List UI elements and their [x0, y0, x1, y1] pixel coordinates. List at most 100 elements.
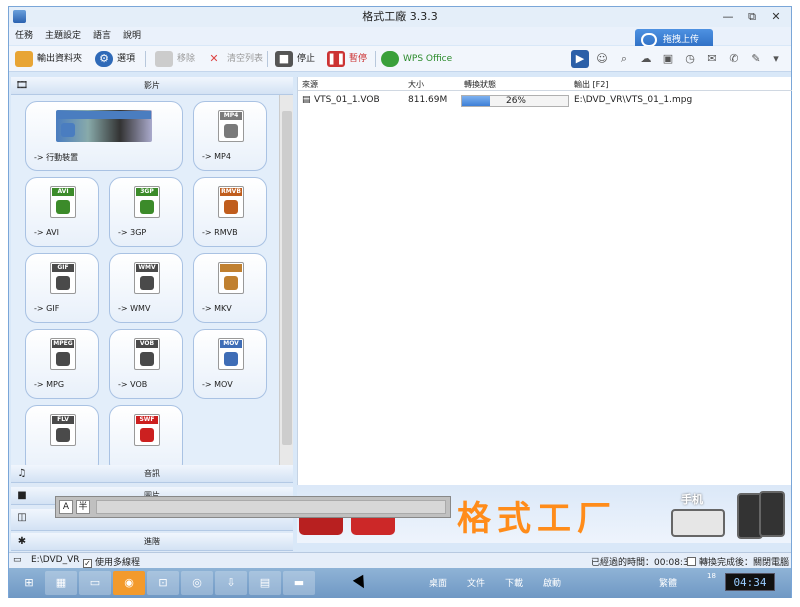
- ime-mode-a[interactable]: A: [59, 500, 73, 514]
- remove-label: 移除: [177, 54, 196, 64]
- col-status[interactable]: 轉換狀態: [464, 79, 496, 90]
- play-icon[interactable]: ▶: [571, 50, 589, 68]
- ime-toolbar[interactable]: A 半: [55, 496, 451, 518]
- clock-icon[interactable]: ◷: [681, 50, 699, 68]
- cloud-icon[interactable]: ☁: [637, 50, 655, 68]
- folder-icon: ▭: [13, 555, 22, 565]
- taskbar-download-app[interactable]: ⇩: [215, 571, 247, 595]
- pause-button[interactable]: ❚❚ 暫停: [327, 50, 367, 68]
- phone-image: [759, 491, 785, 537]
- options-button[interactable]: ⚙ 選項: [95, 50, 135, 68]
- format-tile[interactable]: MOV -> MOV: [193, 329, 267, 399]
- audio-section-header[interactable]: ♫ 音訊: [11, 465, 293, 483]
- format-tile[interactable]: SWF: [109, 405, 183, 465]
- format-tile[interactable]: -> MKV: [193, 253, 267, 323]
- output-folder-button[interactable]: 輸出資料夾: [15, 50, 82, 68]
- vertical-scrollbar[interactable]: [279, 95, 293, 465]
- file-icon: ▤: [302, 95, 311, 105]
- taskbar: ⊞ ▦ ▭ ◉ ⊡ ◎ ⇩ ▤ ▬ 桌面 文件 下載 啟動 繁體 18 04:3…: [9, 568, 791, 598]
- start-button[interactable]: ⊞: [13, 571, 45, 595]
- toolbar-files[interactable]: 文件: [467, 576, 485, 589]
- advanced-header-label: 進階: [144, 537, 160, 546]
- shutdown-checkbox[interactable]: 轉換完成後：關閉電腦: [687, 555, 789, 568]
- format-tile[interactable]: WMV -> WMV: [109, 253, 183, 323]
- clear-list-label: 清空列表: [227, 54, 264, 64]
- format-tile[interactable]: FLV: [25, 405, 99, 465]
- ime-language[interactable]: 繁體: [659, 576, 677, 589]
- taskbar-app[interactable]: ▤: [249, 571, 281, 595]
- taskbar-format-factory[interactable]: ◉: [113, 571, 145, 595]
- mail-icon[interactable]: ✉: [703, 50, 721, 68]
- format-label: -> WMV: [118, 304, 151, 313]
- folder-icon: [15, 51, 33, 67]
- menu-language[interactable]: 語言: [87, 27, 117, 45]
- status-bar: ▭ E:\DVD_VR ✓ 使用多線程 已經過的時間：00:08:31 轉換完成後…: [9, 552, 791, 568]
- stop-button[interactable]: ■ 停止: [275, 50, 315, 68]
- ime-half-width[interactable]: 半: [76, 500, 90, 514]
- format-tile[interactable]: MPEG -> MPG: [25, 329, 99, 399]
- format-tile[interactable]: MP4 -> MP4: [193, 101, 267, 171]
- remove-button[interactable]: 移除: [155, 50, 195, 68]
- format-glyph-icon: [56, 352, 70, 366]
- check-icon: ✓: [83, 559, 92, 568]
- format-label: -> RMVB: [202, 228, 238, 237]
- col-size[interactable]: 大小: [408, 79, 424, 90]
- task-row[interactable]: ▤ VTS_01_1.VOB 811.69M 26% E:\DVD_VR\VTS…: [298, 94, 792, 108]
- format-glyph-icon: [140, 200, 154, 214]
- minimize-button[interactable]: —: [717, 9, 739, 24]
- phone-icon[interactable]: ✆: [725, 50, 743, 68]
- toolbar-downloads[interactable]: 下載: [505, 576, 523, 589]
- flag-icon: ■: [17, 490, 27, 501]
- col-source[interactable]: 來源: [302, 79, 318, 90]
- ime-composition-area[interactable]: [96, 500, 446, 514]
- format-tile[interactable]: -> 行動裝置: [25, 101, 183, 171]
- multithread-checkbox[interactable]: ✓ 使用多線程: [83, 555, 140, 568]
- user-icon[interactable]: ☺: [593, 50, 611, 68]
- col-output[interactable]: 輸出 [F2]: [574, 79, 608, 90]
- format-tile[interactable]: GIF -> GIF: [25, 253, 99, 323]
- music-icon: ♫: [17, 468, 27, 479]
- format-tile[interactable]: RMVB -> RMVB: [193, 177, 267, 247]
- format-file-icon: FLV: [50, 414, 76, 446]
- format-label: -> MOV: [202, 380, 233, 389]
- format-tile[interactable]: AVI -> AVI: [25, 177, 99, 247]
- taskbar-app[interactable]: ⊡: [147, 571, 179, 595]
- format-file-icon: MOV: [218, 338, 244, 370]
- chevron-down-icon[interactable]: ▾: [767, 50, 785, 68]
- scrollbar-thumb[interactable]: [282, 111, 292, 445]
- format-file-icon: RMVB: [218, 186, 244, 218]
- restore-button[interactable]: ⧉: [741, 9, 763, 24]
- window-title: 格式工廠 3.3.3: [362, 10, 438, 23]
- taskbar-film-app[interactable]: ▦: [45, 571, 77, 595]
- toolbar-desktop[interactable]: 桌面: [429, 576, 447, 589]
- format-tile[interactable]: VOB -> VOB: [109, 329, 183, 399]
- chat-icon[interactable]: ✎: [747, 50, 765, 68]
- clear-list-button[interactable]: ✕ 清空列表: [205, 50, 263, 68]
- tools-icon: ✱: [17, 536, 27, 547]
- progress-bar: 26%: [461, 95, 569, 107]
- taskbar-folder-app[interactable]: ▬: [283, 571, 315, 595]
- format-file-icon: [218, 262, 244, 294]
- format-glyph-icon: [224, 352, 238, 366]
- search-icon[interactable]: ⌕: [615, 50, 633, 68]
- format-tile[interactable]: 3GP -> 3GP: [109, 177, 183, 247]
- menu-task[interactable]: 任務: [9, 27, 39, 45]
- gear-icon: ⚙: [95, 51, 113, 67]
- format-label: -> VOB: [118, 380, 148, 389]
- format-label: -> AVI: [34, 228, 59, 237]
- video-section-header[interactable]: 🎞 影片: [11, 77, 293, 95]
- wps-office-button[interactable]: WPS Office: [381, 50, 452, 68]
- cloud-icon: [641, 33, 657, 47]
- menu-help[interactable]: 說明: [117, 27, 147, 45]
- taskbar-disc-app[interactable]: ◎: [181, 571, 213, 595]
- menu-theme[interactable]: 主題設定: [39, 27, 87, 45]
- format-badge: [57, 111, 151, 119]
- taskbar-window-app[interactable]: ▭: [79, 571, 111, 595]
- banner-title: 格式工厂: [457, 499, 617, 539]
- close-button[interactable]: ✕: [765, 9, 787, 24]
- format-badge: [220, 264, 242, 272]
- advanced-section-header[interactable]: ✱ 進階: [11, 533, 293, 551]
- wps-icon: [381, 51, 399, 67]
- image-icon[interactable]: ▣: [659, 50, 677, 68]
- toolbar-start[interactable]: 啟動: [543, 576, 561, 589]
